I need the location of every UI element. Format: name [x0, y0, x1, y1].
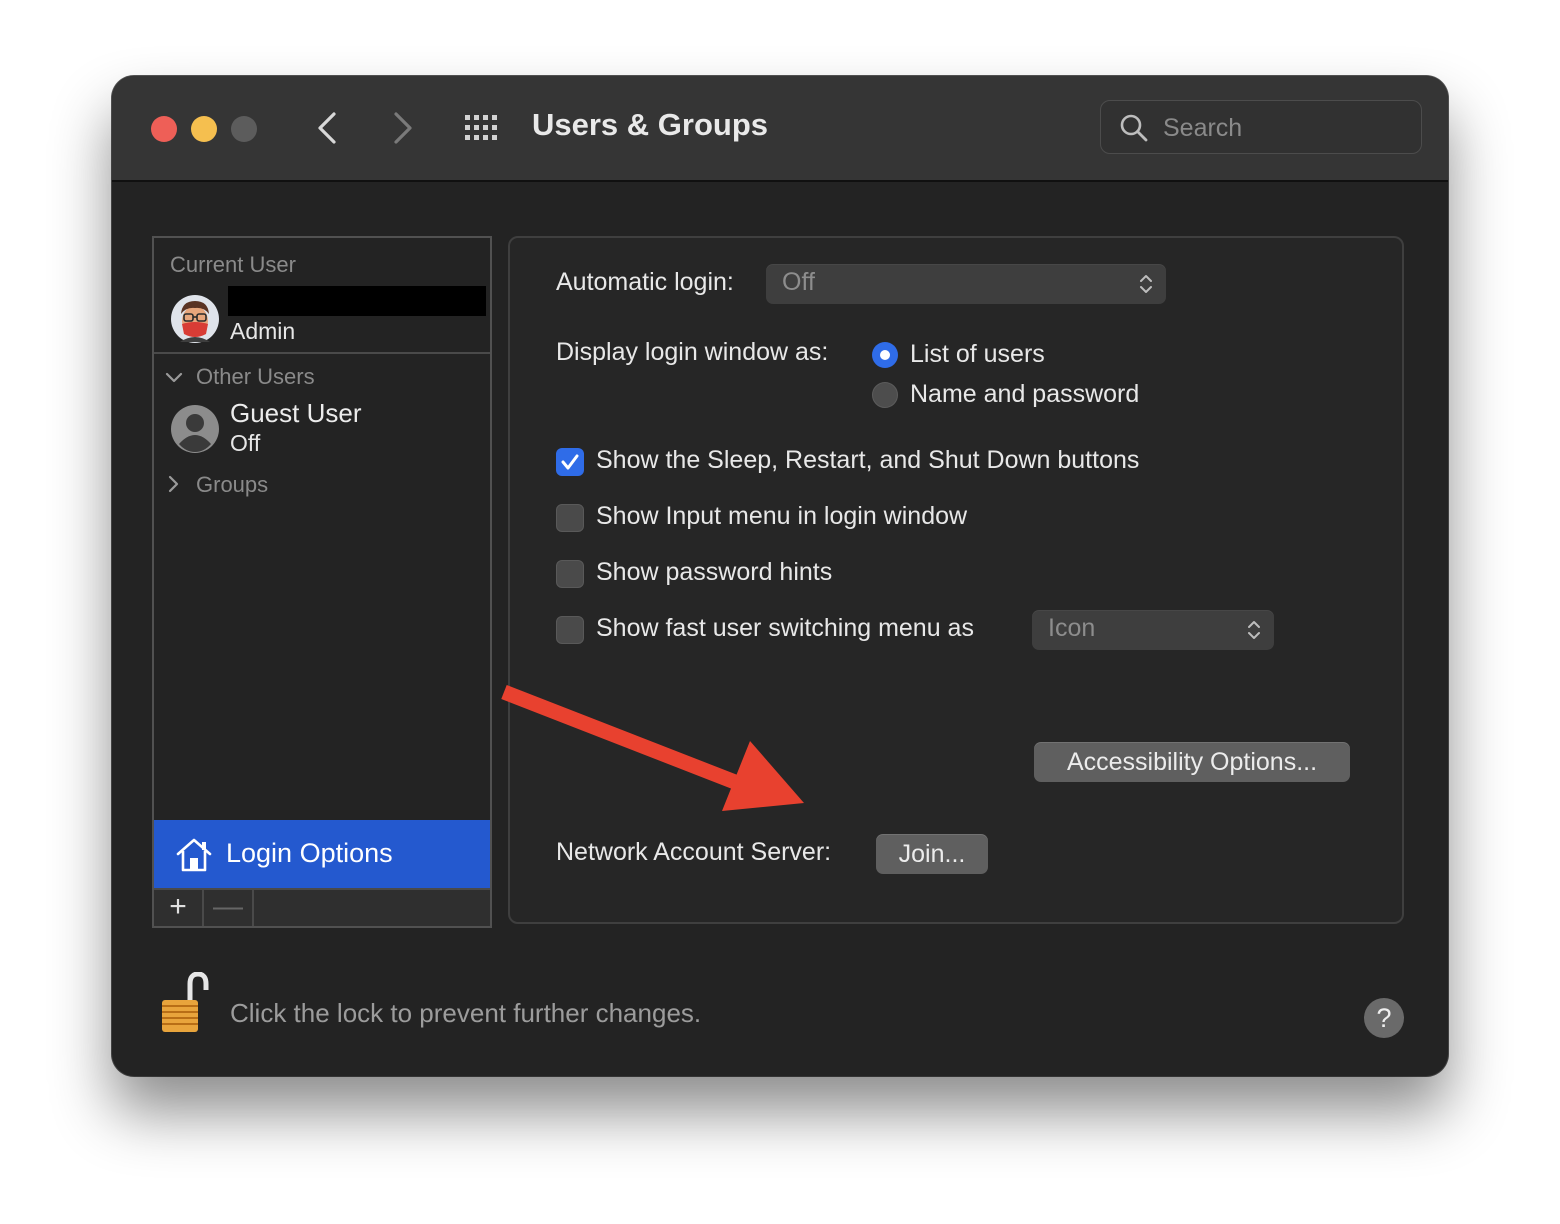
forward-button[interactable] — [384, 108, 420, 148]
automatic-login-popup[interactable]: Off — [766, 264, 1166, 304]
redacted-user-name — [228, 286, 486, 316]
chevron-down-icon[interactable] — [164, 368, 184, 388]
checkmark-icon — [561, 454, 579, 470]
chevron-left-icon — [318, 112, 336, 144]
chevron-right-icon — [394, 112, 412, 144]
radio-list-of-users-label: List of users — [910, 340, 1045, 368]
chevron-right-icon[interactable] — [164, 474, 184, 494]
accessibility-options-button[interactable]: Accessibility Options... — [1034, 742, 1350, 782]
sidebar-divider — [154, 352, 490, 354]
login-options-panel: Automatic login: Off Display login windo… — [508, 236, 1404, 924]
user-avatar — [171, 295, 219, 343]
other-users-heading: Other Users — [196, 364, 315, 389]
close-window-button[interactable] — [151, 116, 177, 142]
checkbox-show-sleep-restart[interactable] — [556, 448, 584, 476]
show-all-grid-button[interactable] — [462, 112, 502, 144]
display-login-window-label: Display login window as: — [556, 338, 829, 366]
network-account-server-label: Network Account Server: — [556, 838, 832, 866]
minus-icon: — — [213, 890, 243, 923]
search-icon — [1120, 114, 1148, 142]
add-user-button[interactable]: + — [154, 890, 204, 926]
current-user-role: Admin — [230, 318, 296, 344]
checkbox-show-input-menu-label: Show Input menu in login window — [596, 502, 968, 530]
house-icon — [176, 838, 212, 872]
radio-name-and-password[interactable] — [872, 382, 898, 408]
guest-user-status: Off — [230, 430, 261, 456]
search-input[interactable] — [1161, 109, 1405, 147]
fast-switching-style-popup[interactable]: Icon — [1032, 610, 1274, 650]
grid-icon — [465, 115, 497, 140]
plus-icon: + — [169, 890, 187, 923]
checkbox-show-password-hints-label: Show password hints — [596, 558, 833, 586]
updown-arrows-icon — [1140, 275, 1152, 293]
remove-user-button[interactable]: — — [204, 890, 254, 926]
unlocked-padlock-icon[interactable] — [158, 972, 214, 1036]
lock-message: Click the lock to prevent further change… — [230, 998, 702, 1028]
help-button[interactable]: ? — [1364, 998, 1404, 1038]
back-button[interactable] — [310, 108, 346, 148]
title-bar: Users & Groups — [112, 76, 1448, 182]
window-title: Users & Groups — [532, 107, 769, 142]
checkbox-fast-user-switching-label: Show fast user switching menu as — [596, 614, 974, 642]
radio-list-of-users[interactable] — [872, 342, 898, 368]
login-options-label: Login Options — [226, 838, 393, 868]
groups-heading: Groups — [196, 472, 269, 497]
automatic-login-label: Automatic login: — [556, 268, 734, 296]
automatic-login-value: Off — [782, 268, 815, 296]
checkbox-fast-user-switching[interactable] — [556, 616, 584, 644]
checkbox-show-password-hints[interactable] — [556, 560, 584, 588]
preferences-window: Users & Groups Current User Adm — [112, 76, 1448, 1076]
checkbox-show-input-menu[interactable] — [556, 504, 584, 532]
sidebar-toolbar: + — — [154, 888, 490, 926]
join-button[interactable]: Join... — [876, 834, 988, 874]
minimize-window-button[interactable] — [191, 116, 217, 142]
zoom-window-button[interactable] — [231, 116, 257, 142]
fast-switching-style-value: Icon — [1048, 614, 1096, 642]
radio-name-and-password-label: Name and password — [910, 380, 1140, 408]
users-sidebar: Current User Admin Other Users Guest Use… — [152, 236, 492, 928]
search-field[interactable] — [1100, 100, 1422, 154]
current-user-heading: Current User — [170, 252, 296, 277]
sidebar-item-login-options[interactable]: Login Options — [154, 820, 490, 888]
guest-user-name: Guest User — [230, 398, 362, 428]
updown-arrows-icon — [1248, 621, 1260, 639]
checkbox-show-sleep-restart-label: Show the Sleep, Restart, and Shut Down b… — [596, 446, 1140, 474]
guest-avatar-icon — [171, 405, 219, 453]
